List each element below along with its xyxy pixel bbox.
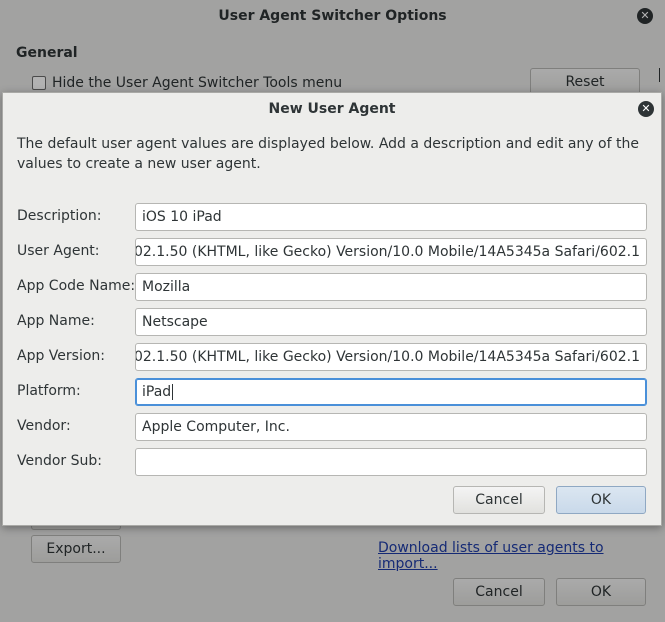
vendor-sub-row: Vendor Sub: [3, 448, 661, 476]
app-code-name-row: App Code Name: Mozilla [3, 273, 661, 301]
text-caret [172, 384, 174, 400]
app-code-name-input[interactable]: Mozilla [135, 273, 647, 301]
app-version-row: App Version: oKit/602.1.50 (KHTML, like … [3, 343, 661, 371]
user-agent-value: oKit/602.1.50 (KHTML, like Gecko) Versio… [135, 244, 640, 260]
platform-row: Platform: iPad [3, 378, 661, 406]
dialog-title: New User Agent [268, 101, 396, 117]
vendor-sub-label: Vendor Sub: [17, 453, 102, 469]
platform-value: iPad [142, 384, 172, 400]
close-icon[interactable]: ✕ [638, 101, 654, 117]
app-name-row: App Name: Netscape [3, 308, 661, 336]
app-version-value: oKit/602.1.50 (KHTML, like Gecko) Versio… [135, 349, 640, 365]
vendor-sub-input[interactable] [135, 448, 647, 476]
user-agent-row: User Agent: oKit/602.1.50 (KHTML, like G… [3, 238, 661, 266]
app-name-label: App Name: [17, 313, 95, 329]
description-input[interactable]: iOS 10 iPad [135, 203, 647, 231]
platform-label: Platform: [17, 383, 81, 399]
dialog-cancel-button[interactable]: Cancel [453, 486, 545, 514]
description-row: Description: iOS 10 iPad [3, 203, 661, 231]
platform-input[interactable]: iPad [135, 378, 647, 406]
vendor-input[interactable]: Apple Computer, Inc. [135, 413, 647, 441]
app-version-input[interactable]: oKit/602.1.50 (KHTML, like Gecko) Versio… [135, 343, 647, 371]
app-name-input[interactable]: Netscape [135, 308, 647, 336]
vendor-row: Vendor: Apple Computer, Inc. [3, 413, 661, 441]
vendor-label: Vendor: [17, 418, 71, 434]
app-version-label: App Version: [17, 348, 105, 364]
dialog-ok-button[interactable]: OK [556, 486, 646, 514]
dialog-description: The default user agent values are displa… [17, 136, 639, 172]
user-agent-label: User Agent: [17, 243, 100, 259]
app-code-name-label: App Code Name: [17, 278, 136, 294]
user-agent-input[interactable]: oKit/602.1.50 (KHTML, like Gecko) Versio… [135, 238, 647, 266]
description-label: Description: [17, 208, 102, 224]
new-user-agent-dialog: New User Agent ✕ The default user agent … [2, 92, 662, 526]
